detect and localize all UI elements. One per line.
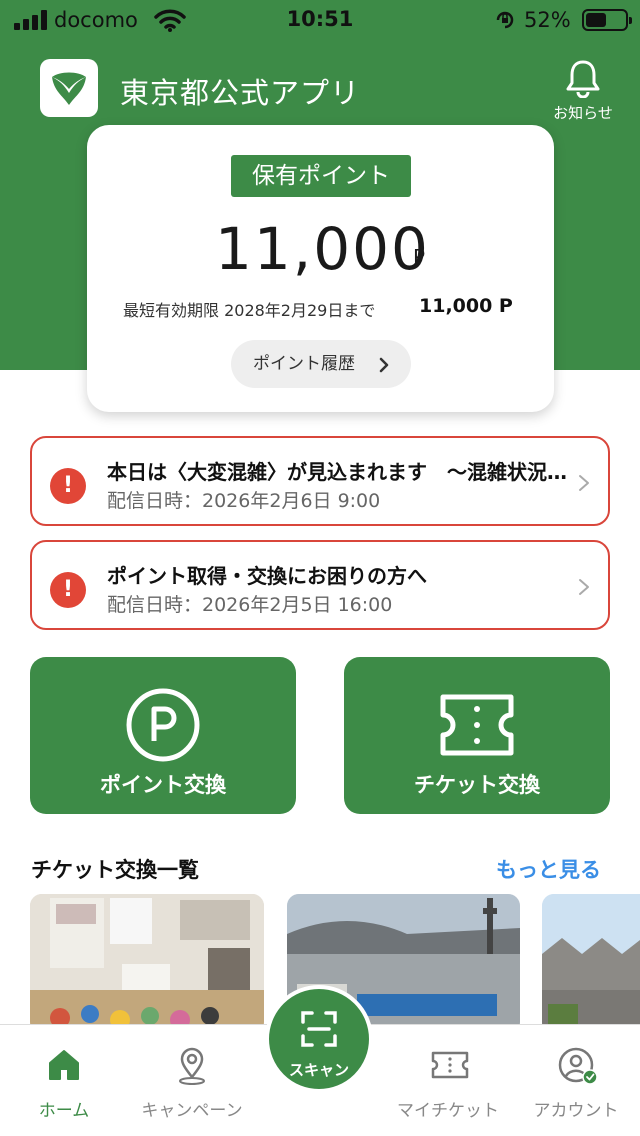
tab-home-label: ホーム bbox=[38, 1101, 90, 1121]
notice-date: 配信日時：2026年2月5日 16:00 bbox=[107, 594, 393, 616]
tab-account[interactable]: アカウント bbox=[512, 1025, 640, 1136]
alert-icon: ! bbox=[50, 572, 86, 608]
notice-card[interactable]: ! 本日は〈大変混雑〉が見込まれます 〜混雑状況について〜 配信日時：2026年… bbox=[30, 436, 610, 526]
points-badge: 保有ポイント bbox=[231, 155, 411, 197]
notifications-label: お知らせ bbox=[553, 104, 613, 122]
point-p-icon bbox=[126, 688, 200, 762]
tab-my-ticket[interactable]: マイチケット bbox=[384, 1025, 512, 1136]
scan-icon bbox=[301, 1011, 337, 1047]
tab-account-label: アカウント bbox=[533, 1101, 619, 1121]
battery-percent: 52% bbox=[524, 8, 571, 32]
point-card: 保有ポイント 11,000 P 最短有効期限 2028年2月29日まで 11,0… bbox=[87, 125, 554, 412]
ticket-thumbnail-museum[interactable] bbox=[30, 894, 264, 1034]
exhibition-poster-image bbox=[30, 894, 264, 1034]
notice-title: ポイント取得・交換にお困りの方へ bbox=[107, 564, 427, 588]
ticket-exchange-button[interactable]: チケット交換 bbox=[344, 657, 610, 814]
point-exchange-button[interactable]: ポイント交換 bbox=[30, 657, 296, 814]
alert-icon: ! bbox=[50, 468, 86, 504]
ticket-list-title: チケット交換一覧 bbox=[31, 858, 199, 882]
expiry-points: 11,000 P bbox=[419, 295, 513, 317]
home-icon bbox=[49, 1050, 79, 1080]
ticket-icon bbox=[431, 1051, 469, 1079]
bell-icon bbox=[566, 60, 600, 98]
expiry-date: 最短有効期限 2028年2月29日まで bbox=[123, 301, 376, 320]
notice-date: 配信日時：2026年2月6日 9:00 bbox=[107, 490, 381, 512]
chevron-right-icon bbox=[579, 475, 589, 491]
point-history-label: ポイント履歴 bbox=[253, 354, 355, 374]
points-balance: 11,000 bbox=[215, 215, 430, 283]
points-unit: P bbox=[413, 245, 426, 269]
scan-button[interactable]: スキャン bbox=[265, 985, 373, 1093]
rotation-lock-icon bbox=[496, 11, 514, 29]
tab-home[interactable]: ホーム bbox=[0, 1025, 128, 1136]
point-exchange-label: ポイント交換 bbox=[100, 773, 226, 797]
tab-my-ticket-label: マイチケット bbox=[397, 1101, 499, 1121]
ticket-icon bbox=[440, 694, 514, 756]
map-pin-icon bbox=[179, 1047, 205, 1085]
status-bar: docomo 10:51 52% bbox=[0, 0, 640, 44]
chevron-right-icon bbox=[579, 579, 589, 595]
notice-title: 本日は〈大変混雑〉が見込まれます 〜混雑状況について〜 bbox=[107, 460, 567, 484]
notice-card[interactable]: ! ポイント取得・交換にお困りの方へ 配信日時：2026年2月5日 16:00 bbox=[30, 540, 610, 630]
see-more-link[interactable]: もっと見る bbox=[496, 854, 601, 884]
point-history-button[interactable]: ポイント履歴 bbox=[231, 340, 411, 388]
tokyo-logo-icon bbox=[40, 59, 98, 117]
scan-label: スキャン bbox=[288, 1061, 349, 1079]
notifications-button[interactable]: お知らせ bbox=[548, 58, 618, 128]
building-image bbox=[542, 894, 640, 1034]
ticket-thumbnail-building[interactable] bbox=[542, 894, 640, 1034]
tab-campaign[interactable]: キャンペーン bbox=[128, 1025, 256, 1136]
battery-icon bbox=[582, 9, 632, 31]
app-title: 東京都公式アプリ bbox=[120, 76, 361, 110]
ticket-exchange-label: チケット交換 bbox=[414, 773, 540, 797]
tab-campaign-label: キャンペーン bbox=[141, 1101, 243, 1121]
account-icon bbox=[558, 1047, 598, 1085]
chevron-right-icon bbox=[379, 357, 389, 373]
